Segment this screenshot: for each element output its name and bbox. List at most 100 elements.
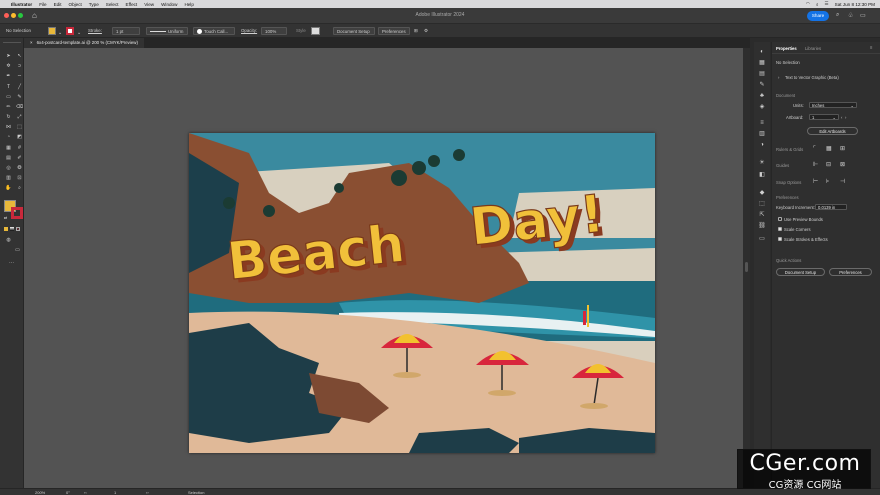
chevron-down-icon[interactable]: ⌄ xyxy=(77,29,81,37)
brushes-icon[interactable]: ✎ xyxy=(758,82,766,89)
artboard-next-icon[interactable]: › xyxy=(845,115,846,120)
tab-libraries[interactable]: Libraries xyxy=(805,46,821,51)
scale-strokes-checkbox[interactable] xyxy=(778,237,782,241)
pencil-tool-icon[interactable]: ✏ xyxy=(5,104,12,110)
zoom-tool-icon[interactable]: ⌕ xyxy=(16,185,23,191)
color-mode-icon[interactable] xyxy=(4,227,8,231)
swap-colors-icon[interactable]: ⇄ xyxy=(2,215,9,221)
paintbrush-tool-icon[interactable]: ✎ xyxy=(16,94,23,100)
symbol-sprayer-tool-icon[interactable]: ❂ xyxy=(16,165,23,171)
artboard[interactable]: Beach Beach Day! Day! xyxy=(189,133,655,453)
live-paint-tool-icon[interactable]: ◩ xyxy=(16,134,23,140)
pen-tool-icon[interactable]: ✒ xyxy=(5,73,12,79)
tab-properties[interactable]: Properties xyxy=(776,46,797,51)
menu-view[interactable]: View xyxy=(144,2,154,7)
symbols-icon[interactable]: ♣ xyxy=(758,93,766,100)
width-tool-icon[interactable]: ⋈ xyxy=(5,124,12,130)
more-options-icon[interactable]: ⚙ xyxy=(424,27,428,35)
stroke-swatch[interactable] xyxy=(66,27,74,35)
search-icon[interactable]: ⌕ xyxy=(836,12,839,19)
menubar-clock[interactable]: Sat Jun 8 12:30 PM xyxy=(835,2,875,7)
menu-app-name[interactable]: Illustrator xyxy=(11,2,32,7)
draw-mode-icon[interactable]: ◍ xyxy=(5,237,12,243)
color-panel-icon[interactable]: ◐ xyxy=(758,49,766,56)
preferences-button[interactable]: Preferences xyxy=(829,268,872,276)
rulers-icon[interactable]: ⌜ xyxy=(813,145,816,152)
keyboard-increment-field[interactable]: 0.0139 in xyxy=(815,204,847,210)
gradient-tool-icon[interactable]: ▤ xyxy=(5,155,12,161)
artboard-tool-icon[interactable]: ⊡ xyxy=(16,175,23,181)
snap-glyph-icon[interactable]: ⊧ xyxy=(826,178,829,185)
curvature-tool-icon[interactable]: ∽ xyxy=(16,73,23,79)
image-trace-icon[interactable]: ◧ xyxy=(758,172,766,179)
layers-icon[interactable]: ◆ xyxy=(758,190,766,197)
opacity-label[interactable]: Opacity: xyxy=(241,27,257,35)
scale-corners-checkbox[interactable] xyxy=(778,227,782,231)
stroke-label[interactable]: Stroke: xyxy=(88,27,102,35)
line-tool-icon[interactable]: ╱ xyxy=(16,84,23,90)
lock-guides-icon[interactable]: ⊟ xyxy=(826,161,831,168)
graphic-styles-icon[interactable]: ◈ xyxy=(758,104,766,111)
hand-tool-icon[interactable]: ✋ xyxy=(5,185,12,191)
fill-swatch[interactable] xyxy=(48,27,56,35)
opacity-field[interactable]: 100% xyxy=(261,27,287,35)
artboard-next-icon[interactable]: ›› xyxy=(146,490,149,495)
shape-builder-tool-icon[interactable]: ◔ xyxy=(5,134,12,140)
lasso-tool-icon[interactable]: ↄ xyxy=(16,63,23,69)
brush-definition[interactable]: Touch Call... xyxy=(193,27,235,35)
selection-tool-icon[interactable]: ➤ xyxy=(5,53,12,59)
menu-object[interactable]: Object xyxy=(69,2,82,7)
artboard-select[interactable]: 1 ⌄ xyxy=(809,114,839,120)
document-setup-button[interactable]: Document Setup xyxy=(333,27,375,35)
arrange-icon[interactable]: ⊞ xyxy=(414,27,418,35)
wifi-icon[interactable]: ◠ xyxy=(806,1,810,7)
snap-pixel-icon[interactable]: ⊣ xyxy=(840,178,845,185)
control-center-icon[interactable]: ☰ xyxy=(825,1,829,7)
workspace-icon[interactable]: ▭ xyxy=(860,12,866,19)
rectangle-tool-icon[interactable]: ▭ xyxy=(5,94,12,100)
free-transform-tool-icon[interactable]: ⬚ xyxy=(16,124,23,130)
swatches-icon[interactable]: ▤ xyxy=(758,71,766,78)
menu-type[interactable]: Type xyxy=(89,2,99,7)
appearance-icon[interactable]: ☀ xyxy=(758,160,766,167)
more-tools-icon[interactable]: ··· xyxy=(8,260,15,266)
use-preview-bounds-checkbox[interactable] xyxy=(778,217,782,221)
comments-icon[interactable]: ▭ xyxy=(758,236,766,243)
stroke-weight-field[interactable]: 1 pt xyxy=(112,27,140,35)
panel-menu-icon[interactable]: ≡ xyxy=(870,45,872,50)
share-button[interactable]: Share xyxy=(807,11,829,21)
transparency-icon[interactable]: ◑ xyxy=(758,142,766,149)
grid-icon[interactable]: ▦ xyxy=(826,145,832,152)
eyedropper-tool-icon[interactable]: ✐ xyxy=(16,155,23,161)
smart-guides-icon[interactable]: ⊠ xyxy=(840,161,845,168)
menu-edit[interactable]: Edit xyxy=(54,2,62,7)
variable-width-profile[interactable]: Uniform xyxy=(146,27,188,35)
eraser-tool-icon[interactable]: ⌫ xyxy=(16,104,23,110)
perspective-grid-tool-icon[interactable]: ▦ xyxy=(5,145,12,151)
document-setup-button[interactable]: Document Setup xyxy=(776,268,825,276)
stroke-panel-icon[interactable]: ≡ xyxy=(758,120,766,127)
menu-effect[interactable]: Effect xyxy=(126,2,138,7)
chevron-down-icon[interactable]: ⌄ xyxy=(58,29,62,37)
artboard-number[interactable]: 1 xyxy=(114,490,116,495)
scale-tool-icon[interactable]: ⤢ xyxy=(16,114,23,120)
pixel-grid-icon[interactable]: ⊞ xyxy=(840,145,845,152)
direct-selection-tool-icon[interactable]: ↖ xyxy=(16,53,23,59)
zoom-level[interactable]: 200% xyxy=(35,490,45,495)
document-tab[interactable]: × 6x4-postcard-template.ai @ 200 % (CMYK/… xyxy=(24,38,144,48)
artboard-prev-icon[interactable]: ‹‹ xyxy=(84,490,87,495)
search-icon[interactable]: ⌕ xyxy=(816,2,819,7)
menu-window[interactable]: Window xyxy=(161,2,177,7)
artboards-icon[interactable]: ⬚ xyxy=(758,201,766,208)
artboard-prev-icon[interactable]: ‹ xyxy=(841,115,842,120)
gradient-mode-icon[interactable] xyxy=(10,227,14,231)
type-tool-icon[interactable]: T xyxy=(5,84,12,90)
close-icon[interactable]: × xyxy=(30,40,33,45)
edit-artboards-button[interactable]: Edit Artboards xyxy=(807,127,858,135)
graphic-style-swatch[interactable] xyxy=(311,27,320,35)
links-icon[interactable]: ⛓ xyxy=(758,223,766,230)
blend-tool-icon[interactable]: ◎ xyxy=(5,165,12,171)
none-mode-icon[interactable] xyxy=(16,227,20,231)
text-to-vector-label[interactable]: Text to Vector Graphic (Beta) xyxy=(785,75,839,80)
gradient-panel-icon[interactable]: ▥ xyxy=(758,131,766,138)
